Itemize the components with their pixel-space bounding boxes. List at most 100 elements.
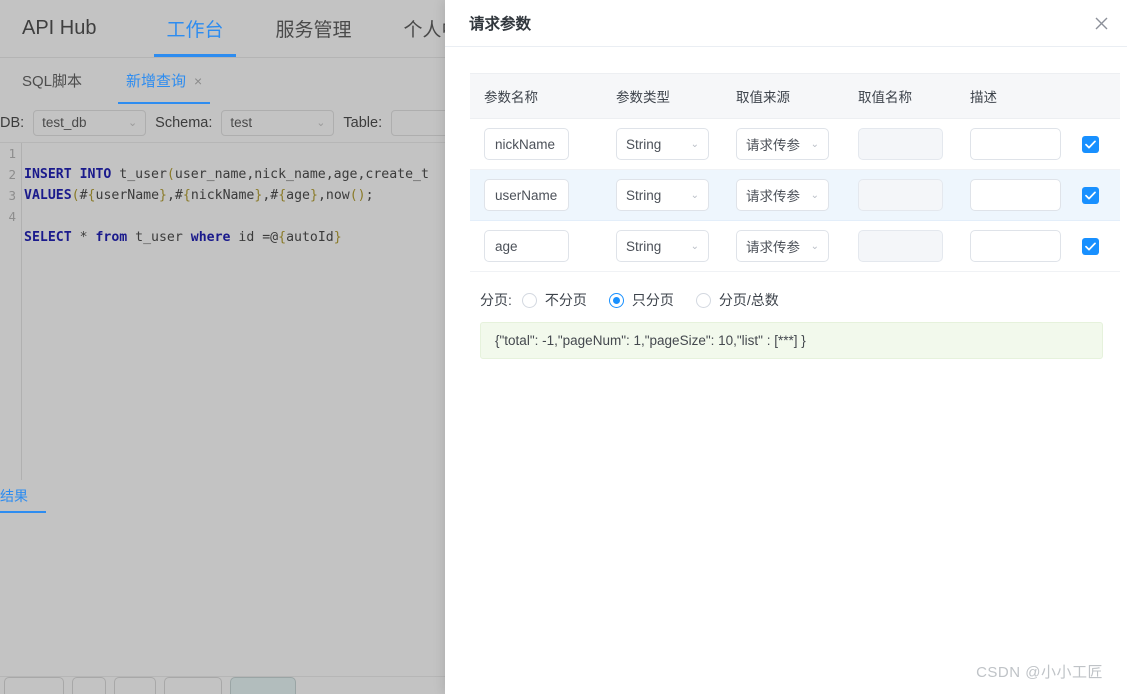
param-type-select[interactable]: String ⌄ (616, 230, 709, 262)
chevron-down-icon: ⌄ (128, 116, 137, 129)
modal-body: 参数名称 参数类型 取值来源 取值名称 描述 nickName (445, 47, 1127, 359)
column-header-value-name: 取值名称 (844, 74, 956, 119)
radio-paging-total-label: 分页/总数 (719, 290, 779, 310)
description-input[interactable] (970, 128, 1061, 160)
column-header-param-type: 参数类型 (602, 74, 722, 119)
param-name-input[interactable]: userName (484, 179, 569, 211)
paging-radio-group: 分页: 不分页 只分页 分页/总数 (470, 272, 1103, 310)
cell-description (956, 170, 1068, 221)
table-row: age String ⌄ 请求传参 ⌄ (470, 221, 1120, 272)
value-name-input[interactable] (858, 128, 943, 160)
enabled-checkbox[interactable] (1082, 187, 1099, 204)
param-type-select[interactable]: String ⌄ (616, 128, 709, 160)
param-name-input[interactable]: nickName (484, 128, 569, 160)
radio-paging-only[interactable]: 只分页 (609, 290, 674, 310)
paging-label: 分页: (480, 290, 512, 310)
value-name-input[interactable] (858, 179, 943, 211)
editor-gutter: 1 2 3 4 (0, 143, 22, 480)
bottom-button-2[interactable] (72, 677, 106, 694)
schema-label: Schema: (155, 115, 212, 131)
nav-item-workbench[interactable]: 工作台 (140, 0, 249, 57)
column-header-description: 描述 (956, 74, 1068, 119)
param-type-select[interactable]: String ⌄ (616, 179, 709, 211)
cell-param-type: String ⌄ (602, 170, 722, 221)
bottom-button-3[interactable] (114, 677, 156, 694)
table-header-row: 参数名称 参数类型 取值来源 取值名称 描述 (470, 74, 1120, 119)
value-source-select[interactable]: 请求传参 ⌄ (736, 230, 829, 262)
request-parameters-modal: 请求参数 参数名称 参数类型 取值来源 取值名称 描述 (445, 0, 1127, 694)
param-type-value: String (626, 239, 661, 254)
cell-value-source: 请求传参 ⌄ (722, 119, 844, 170)
cell-param-type: String ⌄ (602, 119, 722, 170)
modal-title: 请求参数 (469, 12, 531, 34)
nav-item-service-management[interactable]: 服务管理 (250, 0, 378, 57)
bottom-button-1[interactable] (4, 677, 64, 694)
radio-selected-icon (609, 293, 624, 308)
tab-sql-script[interactable]: SQL脚本 (0, 58, 104, 104)
cell-value-name (844, 119, 956, 170)
cell-enabled (1068, 221, 1120, 272)
cell-value-source: 请求传参 ⌄ (722, 170, 844, 221)
table-label: Table: (343, 115, 382, 131)
close-icon[interactable] (1089, 11, 1113, 35)
schema-select[interactable]: test ⌄ (221, 110, 334, 136)
cell-value-name (844, 170, 956, 221)
json-preview: {"total": -1,"pageNum": 1,"pageSize": 10… (480, 322, 1103, 359)
param-name-input[interactable]: age (484, 230, 569, 262)
db-select[interactable]: test_db ⌄ (33, 110, 146, 136)
cell-param-name: nickName (470, 119, 602, 170)
chevron-down-icon: ⌄ (691, 241, 699, 252)
enabled-checkbox[interactable] (1082, 238, 1099, 255)
cell-param-name: userName (470, 170, 602, 221)
app-brand: API Hub (22, 0, 140, 57)
cell-value-name (844, 221, 956, 272)
db-label: DB: (0, 115, 24, 131)
cell-enabled (1068, 119, 1120, 170)
close-icon[interactable]: × (194, 73, 202, 89)
description-input[interactable] (970, 179, 1061, 211)
radio-icon (696, 293, 711, 308)
column-header-value-source: 取值来源 (722, 74, 844, 119)
table-row: userName String ⌄ 请求传参 ⌄ (470, 170, 1120, 221)
cell-param-name: age (470, 221, 602, 272)
radio-no-paging[interactable]: 不分页 (522, 290, 587, 310)
column-header-param-name: 参数名称 (470, 74, 602, 119)
modal-header: 请求参数 (445, 0, 1127, 47)
chevron-down-icon: ⌄ (691, 190, 699, 201)
description-input[interactable] (970, 230, 1061, 262)
radio-paging-total[interactable]: 分页/总数 (696, 290, 779, 310)
radio-icon (522, 293, 537, 308)
param-name-value: nickName (495, 137, 555, 152)
param-name-value: userName (495, 188, 557, 203)
cell-value-source: 请求传参 ⌄ (722, 221, 844, 272)
bottom-button-4[interactable] (164, 677, 222, 694)
tab-new-query[interactable]: 新增查询 × (104, 58, 224, 104)
value-source-value: 请求传参 (746, 134, 800, 154)
table-row: nickName String ⌄ 请求传参 ⌄ (470, 119, 1120, 170)
radio-paging-only-label: 只分页 (632, 290, 674, 310)
column-header-enabled (1068, 74, 1120, 119)
line-number: 2 (0, 164, 21, 185)
value-name-input[interactable] (858, 230, 943, 262)
enabled-checkbox[interactable] (1082, 136, 1099, 153)
value-source-value: 请求传参 (746, 236, 800, 256)
param-type-value: String (626, 137, 661, 152)
line-number: 3 (0, 185, 21, 206)
screen-root: API Hub 工作台 服务管理 个人中心 SQL脚本 新增查询 × DB: t… (0, 0, 1127, 694)
parameters-table-head: 参数名称 参数类型 取值来源 取值名称 描述 (470, 74, 1120, 119)
parameters-table-body: nickName String ⌄ 请求传参 ⌄ (470, 119, 1120, 272)
tab-result[interactable]: 结果 (0, 486, 42, 514)
bottom-button-5[interactable] (230, 677, 296, 694)
watermark: CSDN @小小工匠 (976, 661, 1103, 682)
schema-select-value: test (230, 115, 252, 130)
chevron-down-icon: ⌄ (811, 139, 819, 150)
cell-enabled (1068, 170, 1120, 221)
line-number: 4 (0, 206, 21, 227)
chevron-down-icon: ⌄ (316, 116, 325, 129)
value-source-select[interactable]: 请求传参 ⌄ (736, 128, 829, 160)
param-name-value: age (495, 239, 518, 254)
db-select-value: test_db (42, 115, 86, 130)
tab-new-query-label: 新增查询 (126, 70, 186, 91)
tab-sql-script-label: SQL脚本 (22, 70, 82, 91)
value-source-select[interactable]: 请求传参 ⌄ (736, 179, 829, 211)
